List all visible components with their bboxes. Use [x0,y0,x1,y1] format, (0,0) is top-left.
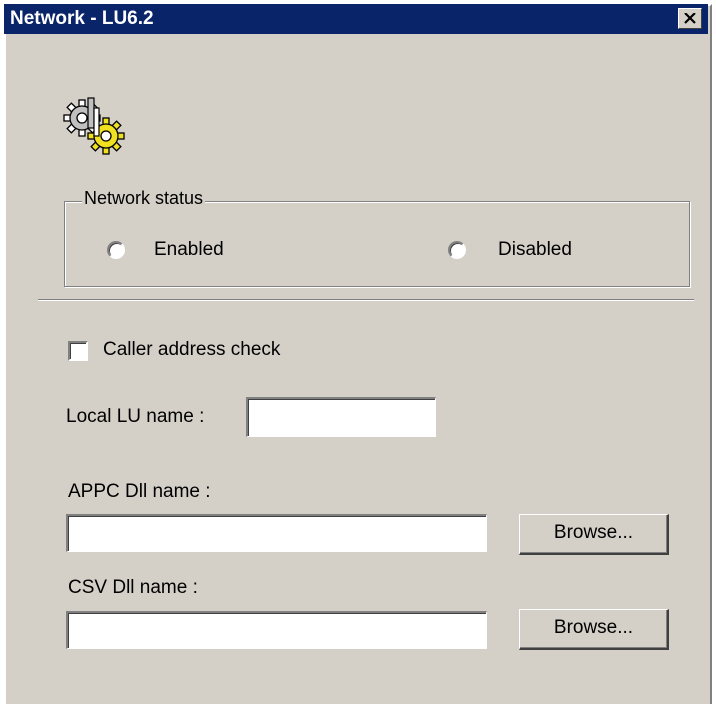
window-title: Network - LU6.2 [10,8,154,29]
csv-browse-button[interactable]: Browse... [519,609,669,650]
appc-dll-label: APPC Dll name : [68,481,211,502]
network-status-legend: Network status [82,188,206,209]
appc-browse-button[interactable]: Browse... [519,514,669,555]
gears-icon [54,94,144,164]
appc-dll-input[interactable] [66,514,487,552]
disabled-radio[interactable] [448,241,466,259]
csv-dll-input[interactable] [66,611,487,649]
csv-dll-label: CSV Dll name : [68,577,198,598]
disabled-label[interactable]: Disabled [498,239,572,261]
enabled-radio[interactable] [107,241,125,259]
local-lu-input[interactable] [246,397,436,437]
enabled-label[interactable]: Enabled [154,239,224,261]
caller-address-checkbox[interactable] [68,341,88,361]
separator [38,299,694,301]
close-button[interactable] [678,8,702,29]
close-icon [684,13,696,24]
local-lu-label: Local LU name : [66,406,205,427]
title-bar[interactable]: Network - LU6.2 [4,4,708,34]
caller-address-label[interactable]: Caller address check [103,339,280,361]
